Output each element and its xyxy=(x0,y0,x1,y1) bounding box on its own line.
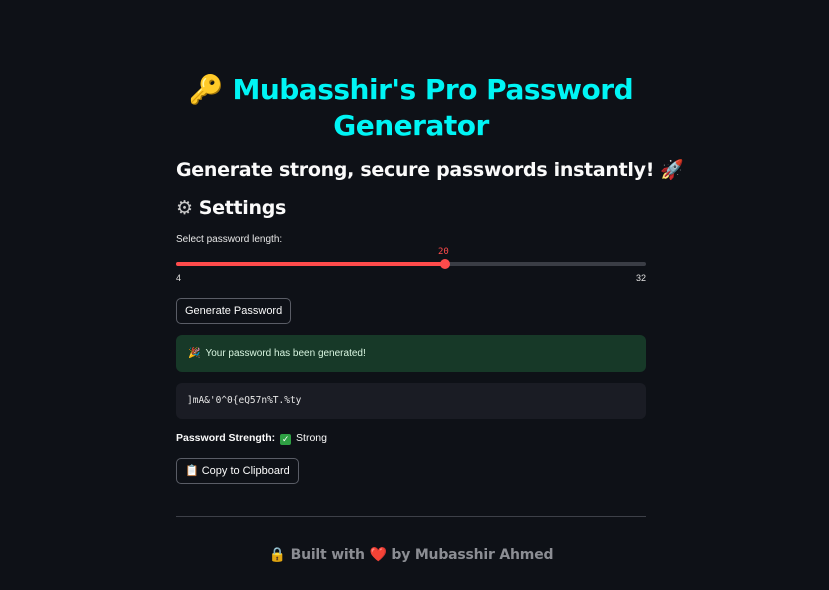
heart-icon: ❤️ xyxy=(369,547,387,563)
subtitle-text: Generate strong, secure passwords instan… xyxy=(176,159,655,181)
copy-to-clipboard-button[interactable]: 📋 Copy to Clipboard xyxy=(176,458,299,484)
title-line-1: Mubasshir's Pro Password xyxy=(232,73,634,106)
slider-min-label: 4 xyxy=(176,273,182,283)
generate-password-button[interactable]: Generate Password xyxy=(176,298,292,324)
success-alert: 🎉 Your password has been generated! xyxy=(176,335,646,372)
password-strength: Password Strength: ✓ Strong xyxy=(176,432,327,445)
clipboard-icon: 📋 xyxy=(185,465,199,477)
password-output[interactable]: ]mA&'0^0{eQ57n%T.%ty xyxy=(176,383,646,419)
slider-label: Select password length: xyxy=(176,234,283,245)
party-popper-icon: 🎉 xyxy=(188,348,201,359)
key-icon: 🔑 xyxy=(188,73,224,106)
settings-heading: ⚙ Settings xyxy=(176,197,286,219)
gear-icon: ⚙ xyxy=(176,197,193,219)
lock-icon: 🔒 xyxy=(268,547,286,563)
check-mark-icon: ✓ xyxy=(280,434,292,445)
slider-thumb[interactable] xyxy=(439,259,450,269)
footer-suffix: by Mubasshir Ahmed xyxy=(391,547,554,563)
strength-value: Strong xyxy=(296,432,327,444)
page-title: 🔑 Mubasshir's Pro Password Generator xyxy=(176,72,646,144)
settings-heading-text: Settings xyxy=(198,197,287,219)
success-message: Your password has been generated! xyxy=(205,348,366,359)
copy-button-label: Copy to Clipboard xyxy=(201,465,290,477)
subtitle: Generate strong, secure passwords instan… xyxy=(176,158,684,181)
rocket-icon: 🚀 xyxy=(660,159,684,181)
footer: 🔒 Built with ❤️ by Mubasshir Ahmed xyxy=(176,547,646,563)
divider xyxy=(176,516,646,517)
strength-label: Password Strength: xyxy=(176,432,276,444)
slider-track-fill xyxy=(176,262,445,266)
footer-prefix: Built with xyxy=(290,547,365,563)
slider-track[interactable] xyxy=(176,262,646,266)
title-line-2: Generator xyxy=(333,109,489,142)
slider-value: 20 xyxy=(438,247,449,257)
slider-max-label: 32 xyxy=(635,273,646,283)
